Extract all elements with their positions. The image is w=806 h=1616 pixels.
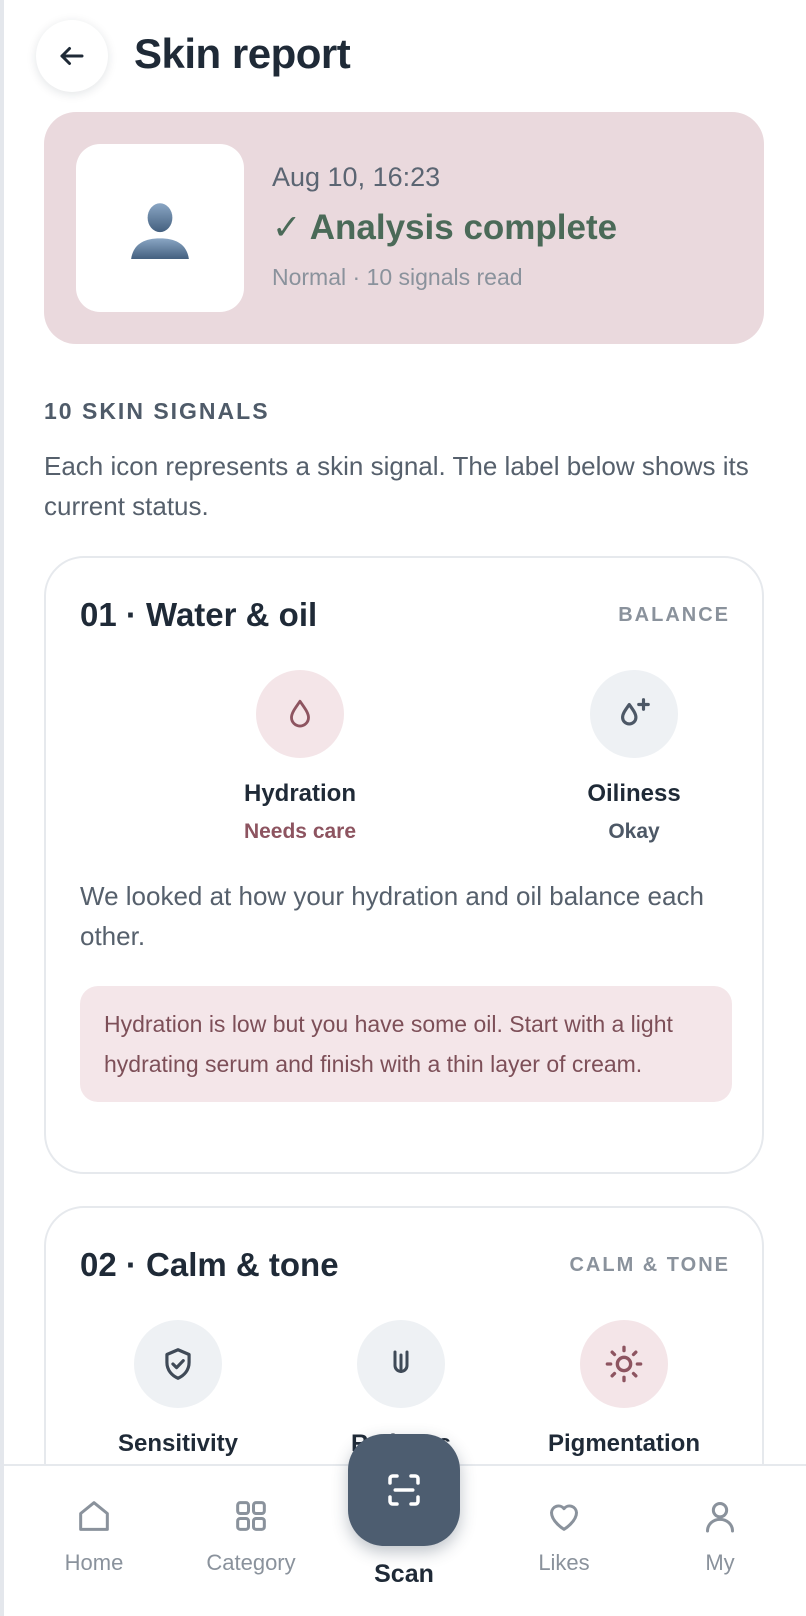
nav-my[interactable]: My xyxy=(650,1496,790,1576)
scan-label: Scan xyxy=(374,1560,434,1588)
nav-label: Category xyxy=(206,1550,296,1575)
section-description: Each icon represents a skin signal. The … xyxy=(44,451,749,521)
phone-screen: Skin report Aug 10, 16:23 ✓ Analysis com… xyxy=(0,0,806,1616)
header: Skin report xyxy=(4,0,806,112)
home-icon xyxy=(24,1496,164,1540)
card-tag: BALANCE xyxy=(618,604,730,626)
analysis-meta: Normal · 10 signals read xyxy=(272,264,523,290)
face-photo xyxy=(76,144,244,312)
sun-icon xyxy=(580,1320,668,1408)
heart-icon xyxy=(494,1496,634,1540)
signal-name: Oiliness xyxy=(587,780,681,807)
nav-home[interactable]: Home xyxy=(24,1496,164,1576)
section-label: 10 SKIN SIGNALS xyxy=(44,398,270,424)
signal-sensitivity[interactable]: Sensitivity xyxy=(78,1320,278,1458)
card-title: 02 · Calm & tone xyxy=(80,1246,339,1283)
signal-name: Sensitivity xyxy=(117,1430,239,1457)
analysis-date: Aug 10, 16:23 xyxy=(272,162,441,192)
summary-card: Aug 10, 16:23 ✓ Analysis complete Normal… xyxy=(44,112,764,344)
signal-card-water-oil: 01 · Water & oil BALANCE Hydration Needs… xyxy=(44,556,764,1174)
nav-label: Likes xyxy=(538,1550,590,1575)
card-description: We looked at how your hydration and oil … xyxy=(80,881,704,951)
nav-label: My xyxy=(705,1550,735,1575)
card-tag: CALM & TONE xyxy=(569,1254,730,1276)
drop-icon xyxy=(256,670,344,758)
user-icon xyxy=(650,1496,790,1540)
scan-button[interactable] xyxy=(348,1434,460,1546)
arrow-left-icon xyxy=(60,47,84,65)
signal-status: Okay xyxy=(608,820,660,843)
grid-icon xyxy=(181,1496,321,1540)
back-button[interactable] xyxy=(36,20,108,92)
page-title: Skin report xyxy=(134,30,351,77)
redness-icon xyxy=(357,1320,445,1408)
scan-icon xyxy=(388,1474,420,1506)
card-title: 01 · Water & oil xyxy=(80,596,318,633)
analysis-status: ✓ Analysis complete xyxy=(272,208,618,247)
signal-status: Needs care xyxy=(243,820,357,843)
drop-plus-icon xyxy=(590,670,678,758)
nav-likes[interactable]: Likes xyxy=(494,1496,634,1576)
shield-check-icon xyxy=(134,1320,222,1408)
nav-category[interactable]: Category xyxy=(181,1496,321,1576)
signal-name: Pigmentation xyxy=(547,1430,700,1457)
signal-hydration[interactable]: Hydration Needs care xyxy=(200,670,400,844)
signal-oiliness[interactable]: Oiliness Okay xyxy=(534,670,734,844)
advice-box: Hydration is low but you have some oil. … xyxy=(80,986,732,1102)
person-silhouette-icon xyxy=(131,203,189,259)
signal-name: Hydration xyxy=(243,780,356,807)
signal-pigmentation[interactable]: Pigmentation xyxy=(524,1320,724,1458)
nav-label: Home xyxy=(64,1550,124,1575)
